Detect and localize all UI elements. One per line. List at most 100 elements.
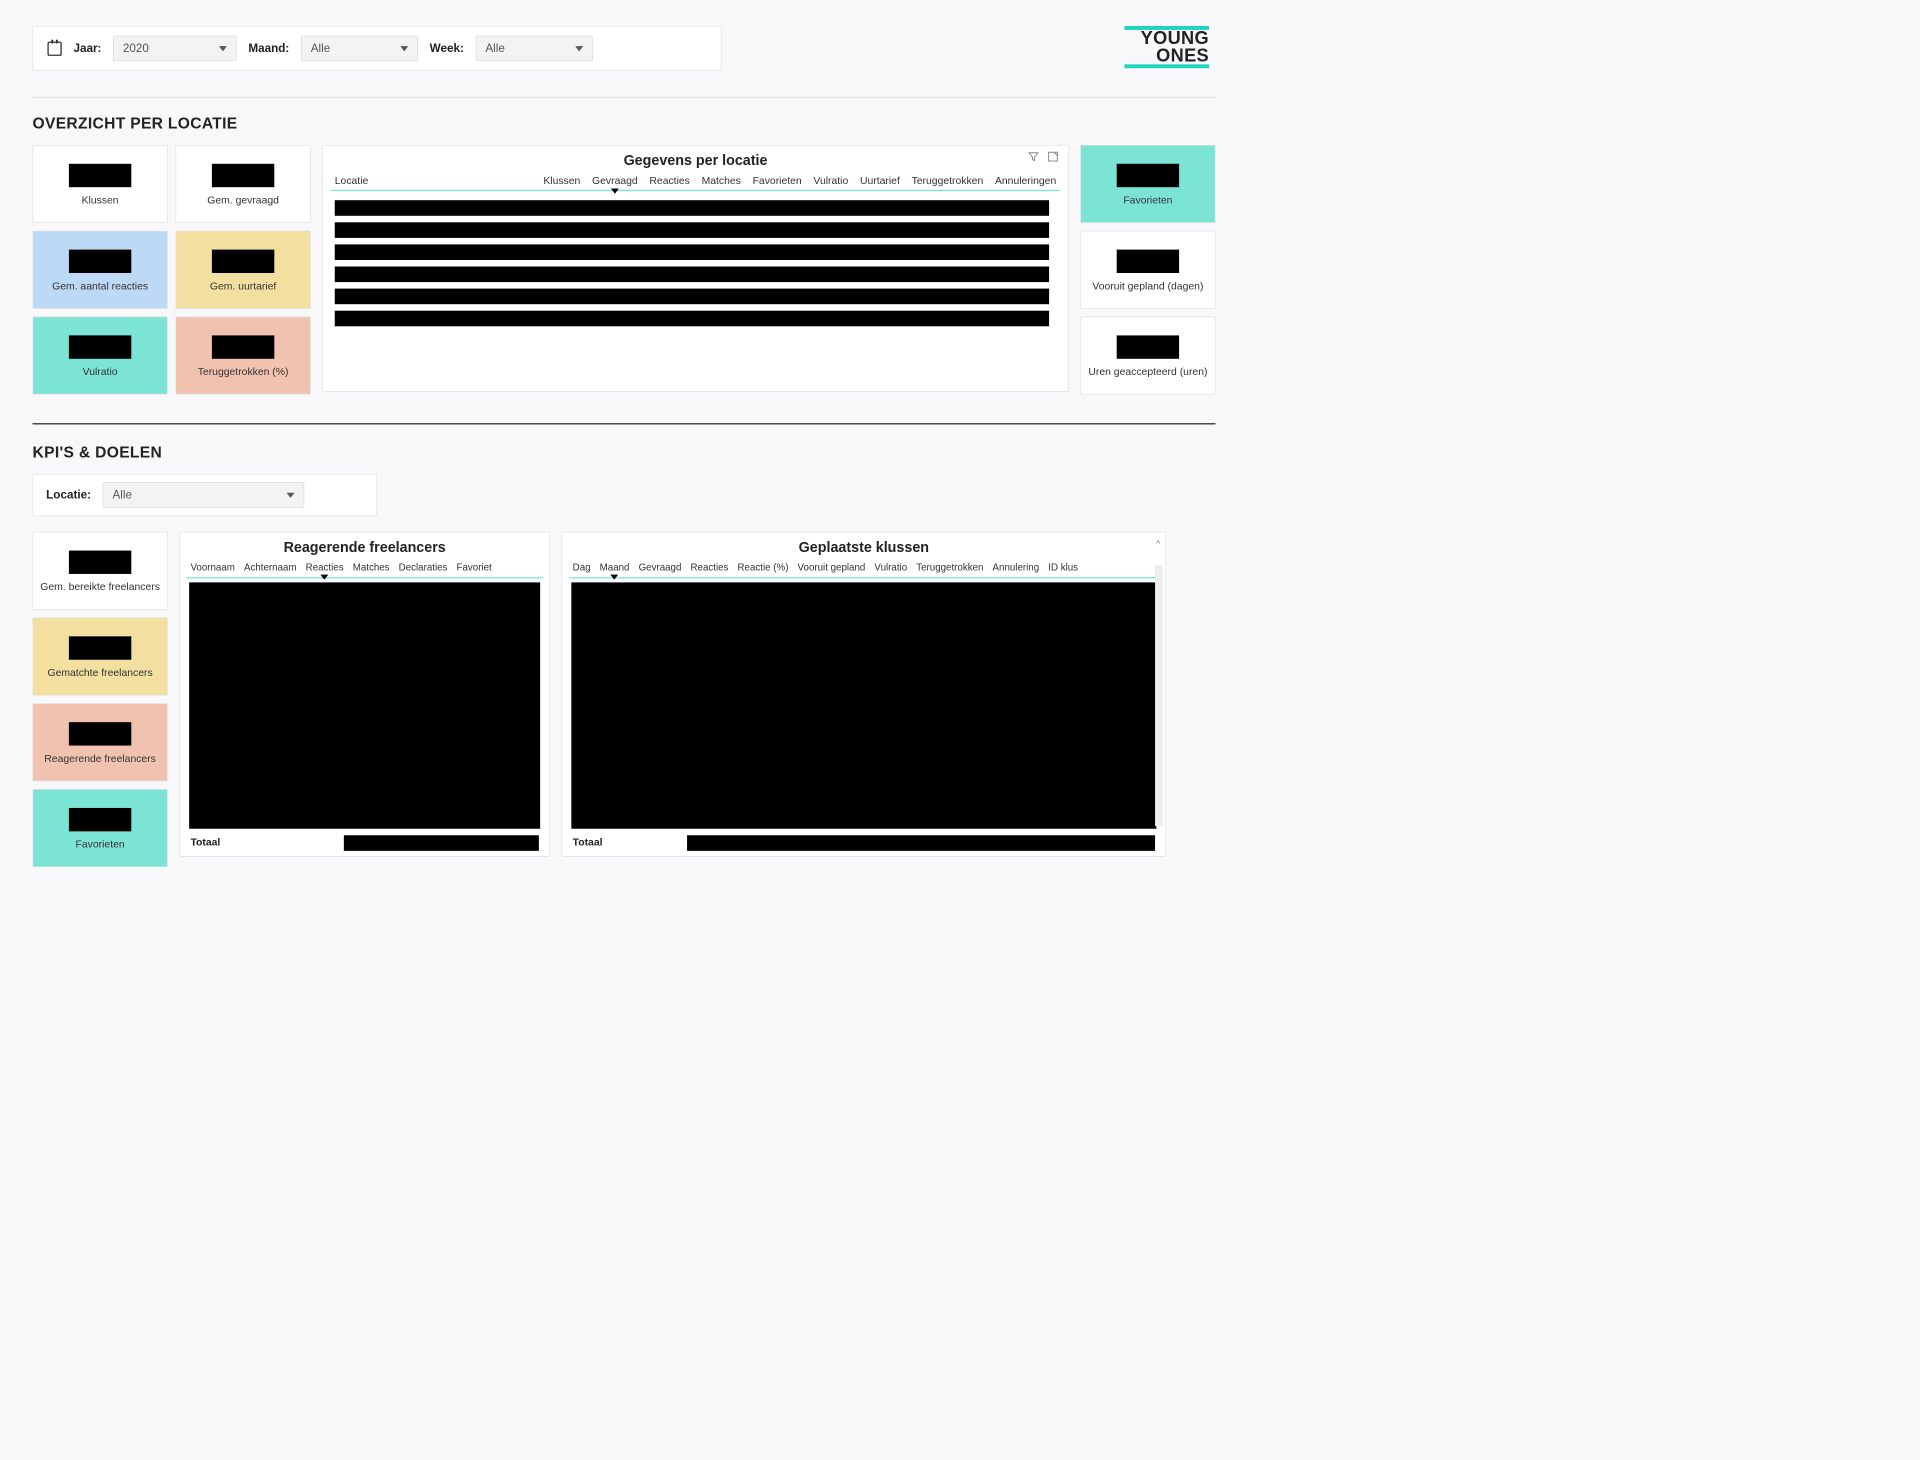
- scroll-up-icon[interactable]: ^: [1156, 539, 1160, 549]
- column-header[interactable]: Teruggetrokken: [916, 562, 983, 573]
- table-title: Reagerende freelancers: [187, 539, 543, 556]
- column-header[interactable]: Favorieten: [753, 176, 802, 188]
- column-header[interactable]: Achternaam: [244, 562, 297, 573]
- table-header-row: Voornaam Achternaam Reacties Matches Declara…: [187, 560, 543, 579]
- jaar-label: Jaar:: [73, 42, 101, 56]
- column-header[interactable]: Gevraagd: [592, 176, 638, 188]
- column-header[interactable]: Vulratio: [874, 562, 907, 573]
- table-row-redacted: [335, 200, 1049, 216]
- date-filter-bar: Jaar: 2020 Maand: Alle Week: Alle: [33, 26, 722, 71]
- column-header[interactable]: Vulratio: [813, 176, 848, 188]
- reagerende-freelancers-table: Reagerende freelancers Voornaam Achternaa…: [179, 532, 549, 857]
- logo-line-2: ONES: [1125, 47, 1210, 64]
- column-header[interactable]: Teruggetrokken: [912, 176, 984, 188]
- kpi-card[interactable]: Gem. gevraagd: [176, 145, 311, 223]
- maand-label: Maand:: [248, 42, 289, 56]
- kpi-card[interactable]: Gematchte freelancers: [33, 618, 168, 696]
- column-header[interactable]: Uurtarief: [860, 176, 900, 188]
- table-row-redacted: [335, 267, 1049, 283]
- column-header[interactable]: Locatie: [335, 176, 532, 188]
- kpi-card[interactable]: Klussen: [33, 145, 168, 223]
- scrollbar[interactable]: [1155, 565, 1163, 826]
- totaal-redacted: [344, 835, 539, 851]
- kpi-grid-left: Klussen Gem. gevraagd Gem. aantal reacties…: [33, 145, 311, 395]
- kpi-card[interactable]: Reagerende freelancers: [33, 703, 168, 781]
- column-header[interactable]: Dag: [573, 562, 591, 573]
- locatie-filter-bar: Locatie: Alle: [33, 474, 378, 516]
- table-header-row: Locatie Klussen Gevraagd Reacties Matches Fav…: [331, 173, 1060, 191]
- kpi-value-redacted: [212, 250, 274, 273]
- kpi-value-redacted: [69, 250, 131, 273]
- table-row-redacted: [335, 289, 1049, 305]
- week-select[interactable]: Alle: [476, 36, 593, 61]
- table-body-redacted: [331, 200, 1060, 326]
- kpi-card[interactable]: Gem. bereikte freelancers: [33, 532, 168, 610]
- column-header[interactable]: Voornaam: [190, 562, 234, 573]
- kpi-value-redacted: [69, 164, 131, 187]
- kpi-value-redacted: [69, 636, 131, 659]
- kpi-label: Teruggetrokken (%): [198, 367, 289, 379]
- column-header[interactable]: Gevraagd: [639, 562, 682, 573]
- kpi-column-section2: Gem. bereikte freelancers Gematchte freel…: [33, 532, 168, 867]
- column-header[interactable]: Vooruit gepland: [798, 562, 866, 573]
- column-header[interactable]: Reacties: [649, 176, 689, 188]
- calendar-icon: [47, 41, 61, 55]
- table-row-redacted: [335, 222, 1049, 238]
- section-title-kpis: KPI'S & DOELEN: [33, 444, 1216, 462]
- kpi-label: Klussen: [82, 195, 119, 207]
- column-header[interactable]: Annuleringen: [995, 176, 1056, 188]
- table-body-redacted: [189, 582, 540, 828]
- kpi-card[interactable]: Uren geaccepteerd (uren): [1080, 317, 1215, 395]
- column-header[interactable]: Maand: [600, 562, 630, 573]
- kpi-column-right: Favorieten Vooruit gepland (dagen) Uren ge…: [1080, 145, 1215, 395]
- column-header[interactable]: Matches: [702, 176, 741, 188]
- kpi-value-redacted: [69, 722, 131, 745]
- column-header[interactable]: Reacties: [690, 562, 728, 573]
- kpi-label: Favorieten: [1123, 195, 1172, 207]
- table-title: Gegevens per locatie: [331, 152, 1060, 169]
- column-header[interactable]: Reacties: [306, 562, 344, 573]
- maand-select[interactable]: Alle: [301, 36, 418, 61]
- kpi-label: Vulratio: [83, 367, 118, 379]
- kpi-label: Reagerende freelancers: [44, 753, 156, 765]
- column-header[interactable]: Reactie (%): [738, 562, 789, 573]
- column-header[interactable]: Favoriet: [457, 562, 492, 573]
- maand-value: Alle: [311, 42, 331, 56]
- kpi-label: Gem. gevraagd: [207, 195, 279, 207]
- kpi-card[interactable]: Gem. uurtarief: [176, 231, 311, 309]
- focus-icon[interactable]: [1047, 151, 1059, 163]
- kpi-label: Gem. bereikte freelancers: [40, 582, 160, 594]
- kpi-card[interactable]: Vooruit gepland (dagen): [1080, 231, 1215, 309]
- column-header[interactable]: Declaraties: [399, 562, 448, 573]
- geplaatste-klussen-table: ^ Geplaatste klussen Dag Maand Gevraagd Rea…: [562, 532, 1167, 857]
- kpi-value-redacted: [212, 335, 274, 358]
- kpi-label: Gematchte freelancers: [47, 668, 152, 680]
- week-label: Week:: [430, 42, 464, 56]
- table-title: Geplaatste klussen: [569, 539, 1159, 556]
- logo: YOUNG ONES: [1125, 26, 1210, 68]
- kpi-card[interactable]: Favorieten: [33, 789, 168, 867]
- table-row-redacted: [335, 311, 1049, 327]
- totaal-redacted: [687, 835, 1155, 851]
- gegevens-per-locatie-table: Gegevens per locatie Locatie Klussen Gevra…: [322, 145, 1068, 392]
- filter-icon[interactable]: [1028, 151, 1040, 163]
- column-header[interactable]: Klussen: [543, 176, 580, 188]
- column-header[interactable]: Matches: [353, 562, 390, 573]
- week-value: Alle: [485, 42, 505, 56]
- table-body-redacted: [571, 582, 1156, 828]
- locatie-select[interactable]: Alle: [103, 482, 305, 507]
- locatie-label: Locatie:: [46, 488, 91, 502]
- chevron-down-icon: [575, 46, 583, 51]
- section-title-overzicht: OVERZICHT PER LOCATIE: [33, 115, 1216, 133]
- jaar-select[interactable]: 2020: [113, 36, 236, 61]
- column-header[interactable]: Annulering: [993, 562, 1040, 573]
- column-header[interactable]: ID klus: [1048, 562, 1078, 573]
- kpi-value-redacted: [69, 335, 131, 358]
- kpi-card[interactable]: Teruggetrokken (%): [176, 317, 311, 395]
- locatie-value: Alle: [112, 488, 132, 502]
- kpi-card[interactable]: Gem. aantal reacties: [33, 231, 168, 309]
- kpi-card[interactable]: Vulratio: [33, 317, 168, 395]
- kpi-value-redacted: [69, 551, 131, 574]
- kpi-value-redacted: [1117, 335, 1179, 358]
- kpi-card[interactable]: Favorieten: [1080, 145, 1215, 223]
